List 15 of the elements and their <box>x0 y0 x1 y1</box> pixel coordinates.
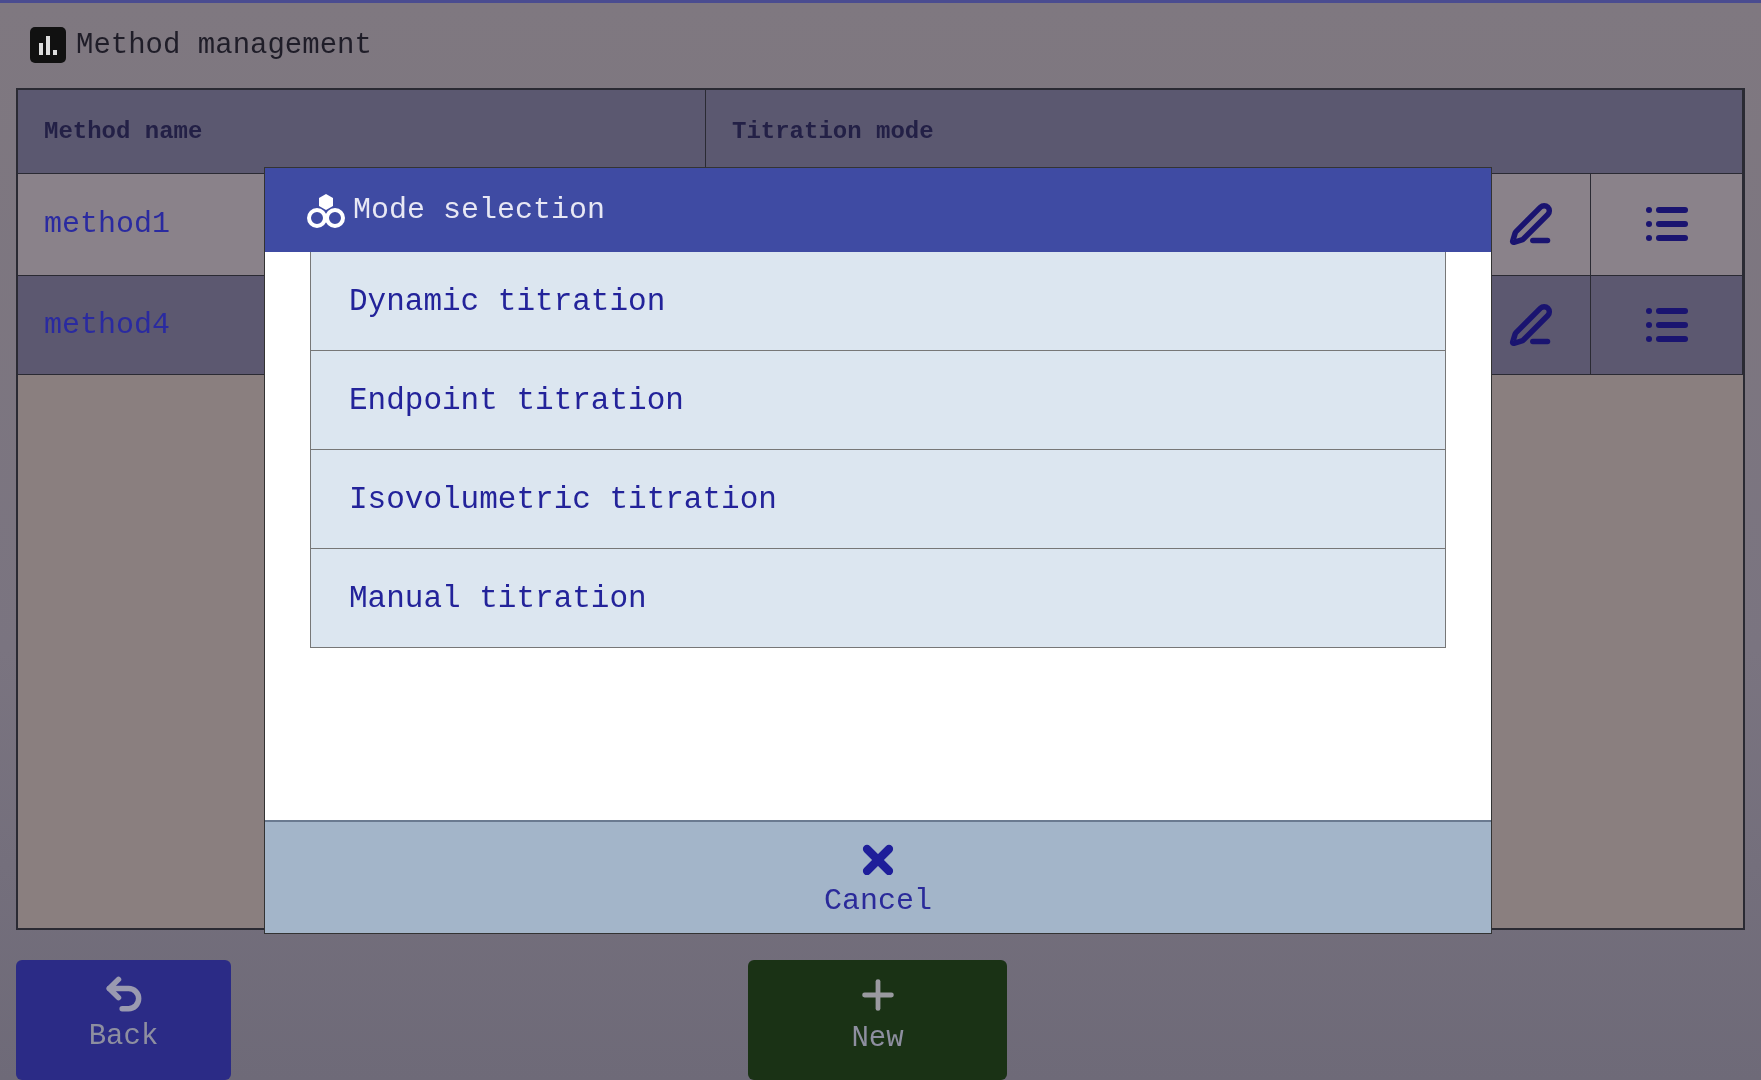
dialog-title: Mode selection <box>353 193 606 227</box>
circles-icon <box>305 191 347 229</box>
edit-icon[interactable] <box>1508 202 1553 247</box>
chart-icon <box>30 27 66 64</box>
mode-option[interactable]: Manual titration <box>310 549 1446 648</box>
column-header: Titration mode <box>706 89 1743 174</box>
new-button[interactable]: New <box>748 960 1007 1080</box>
mode-option[interactable]: Isovolumetric titration <box>310 450 1446 549</box>
cancel-button[interactable]: Cancel <box>265 820 1491 933</box>
page-title: Method management <box>76 28 372 62</box>
column-header: Method name <box>18 89 706 174</box>
mode-option[interactable]: Endpoint titration <box>310 351 1446 450</box>
mode-option[interactable]: Dynamic titration <box>310 252 1446 351</box>
edit-icon[interactable] <box>1508 302 1553 347</box>
back-button[interactable]: Back <box>16 960 231 1080</box>
